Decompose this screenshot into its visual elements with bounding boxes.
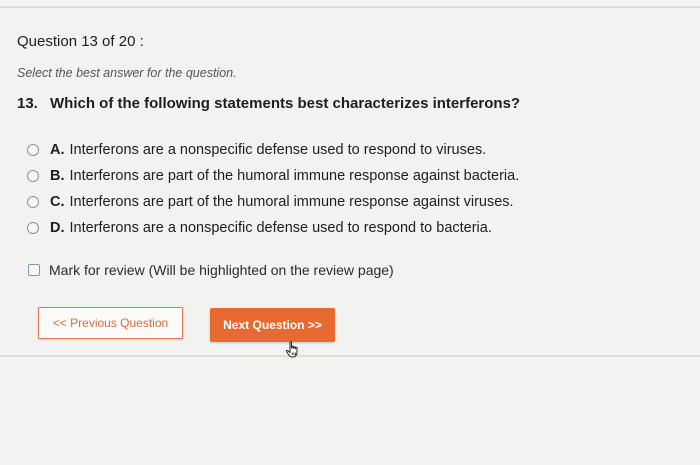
radio-button[interactable] [27, 196, 39, 208]
answer-option-d[interactable]: D. Interferons are a nonspecific defense… [27, 215, 519, 241]
radio-button[interactable] [27, 222, 39, 234]
next-question-button[interactable]: Next Question >> [210, 308, 335, 342]
previous-question-button[interactable]: << Previous Question [38, 307, 183, 339]
answer-options: A. Interferons are a nonspecific defense… [27, 137, 519, 241]
option-letter: D. [50, 220, 65, 236]
option-text: Interferons are a nonspecific defense us… [69, 142, 487, 158]
option-text: Interferons are a nonspecific defense us… [69, 220, 492, 236]
radio-button[interactable] [27, 170, 39, 182]
answer-option-b[interactable]: B. Interferons are part of the humoral i… [27, 163, 519, 189]
radio-button[interactable] [27, 144, 39, 156]
option-text: Interferons are part of the humoral immu… [69, 168, 520, 184]
question-text: 13. Which of the following statements bes… [17, 95, 520, 112]
question-prompt: Which of the following statements best c… [50, 95, 521, 112]
hand-pointer-icon [283, 340, 303, 360]
bottom-divider [0, 355, 700, 357]
answer-option-a[interactable]: A. Interferons are a nonspecific defense… [27, 137, 519, 163]
mark-review-label: Mark for review (Will be highlighted on … [49, 262, 394, 278]
option-letter: C. [50, 194, 65, 210]
option-letter: A. [50, 142, 65, 158]
mark-review-checkbox[interactable] [28, 264, 40, 276]
option-text: Interferons are part of the humoral immu… [69, 194, 514, 210]
mark-for-review[interactable]: Mark for review (Will be highlighted on … [28, 262, 394, 278]
top-divider [0, 6, 700, 8]
question-number: 13. [17, 95, 38, 112]
question-instruction: Select the best answer for the question. [17, 66, 237, 80]
answer-option-c[interactable]: C. Interferons are part of the humoral i… [27, 189, 519, 215]
question-header: Question 13 of 20 : [17, 33, 144, 50]
option-letter: B. [50, 168, 65, 184]
